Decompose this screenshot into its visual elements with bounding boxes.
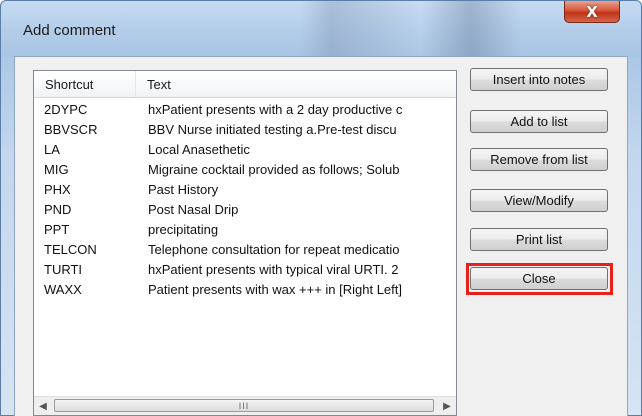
list-item[interactable]: BBVSCR BBV Nurse initiated testing a.Pre-… [34,119,456,139]
view-modify-button[interactable]: View/Modify [470,189,608,212]
close-button-highlight [466,263,613,295]
shortcut-cell: PND [44,202,72,217]
text-cell: BBV Nurse initiated testing a.Pre-test d… [148,122,397,137]
shortcut-cell: PPT [44,222,70,237]
shortcut-cell: LA [44,142,60,157]
list-item[interactable]: TELCON Telephone consultation for repeat … [34,239,456,259]
window-title: Add comment [23,22,116,39]
shortcut-cell: 2DYPC [44,102,88,117]
scroll-left-icon[interactable]: ◀ [34,397,52,415]
text-cell: hxPatient presents with typical viral UR… [148,262,399,277]
column-header-text[interactable]: Text [136,71,456,97]
close-icon: X [586,2,598,21]
text-cell: hxPatient presents with a 2 day producti… [148,102,403,117]
text-cell: Patient presents with wax +++ in [Right … [148,282,403,297]
list-item[interactable]: LA Local Anasethetic [34,139,456,159]
shortcut-cell: BBVSCR [44,122,98,137]
list-item[interactable]: PPT precipitating [34,219,456,239]
scrollbar-thumb[interactable]: III [54,399,434,412]
list-item[interactable]: MIG Migraine cocktail provided as follows… [34,159,456,179]
list-item[interactable]: PND Post Nasal Drip [34,199,456,219]
grip-icon: III [238,400,250,411]
list-item[interactable]: TURTI hxPatient presents with typical vir… [34,259,456,279]
comment-list[interactable]: Shortcut Text 2DYPC hxPatient presents wi… [33,70,457,416]
add-to-list-button[interactable]: Add to list [470,110,608,133]
list-item[interactable]: WAXX Patient presents with wax +++ in [Ri… [34,279,456,299]
shortcut-cell: TELCON [44,242,97,257]
shortcut-cell: PHX [44,182,71,197]
text-cell: precipitating [148,222,219,237]
remove-from-list-button[interactable]: Remove from list [470,148,608,171]
text-cell: Local Anasethetic [148,142,250,157]
shortcut-cell: TURTI [44,262,83,277]
text-cell: Post Nasal Drip [148,202,239,217]
column-header-shortcut[interactable]: Shortcut [34,71,136,97]
title-bar: Add comment X [1,1,641,57]
list-item[interactable]: 2DYPC hxPatient presents with a 2 day pro… [34,99,456,119]
list-rows: 2DYPC hxPatient presents with a 2 day pro… [34,99,456,299]
horizontal-scrollbar[interactable]: ◀ III ▶ [34,396,456,415]
list-item[interactable]: PHX Past History [34,179,456,199]
text-cell: Migraine cocktail provided as follows; S… [148,162,400,177]
insert-into-notes-button[interactable]: Insert into notes [470,68,608,91]
text-cell: Telephone consultation for repeat medica… [148,242,400,257]
list-header: Shortcut Text [34,71,456,98]
close-window-button[interactable]: X [564,1,620,23]
scroll-right-icon[interactable]: ▶ [438,397,456,415]
shortcut-cell: MIG [44,162,69,177]
shortcut-cell: WAXX [44,282,82,297]
text-cell: Past History [148,182,219,197]
print-list-button[interactable]: Print list [470,228,608,251]
